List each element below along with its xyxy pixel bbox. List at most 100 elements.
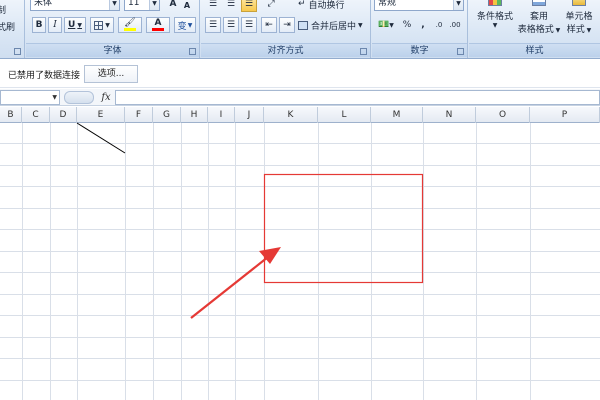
decrease-indent-button[interactable]: ⇤ bbox=[261, 17, 277, 33]
number-launcher-icon[interactable] bbox=[457, 48, 464, 55]
chevron-down-icon: ▼ bbox=[52, 94, 57, 101]
comma-button[interactable]: , bbox=[416, 17, 430, 33]
font-name-value: 宋体 bbox=[34, 0, 53, 8]
merge-center-button[interactable]: 合并后居中 ▼ bbox=[297, 17, 367, 33]
alignment-launcher-icon[interactable] bbox=[360, 48, 367, 55]
column-header-c[interactable]: C bbox=[22, 107, 50, 123]
row-gridline bbox=[0, 272, 600, 273]
phonetic-button[interactable]: 变 ▼ bbox=[174, 17, 196, 33]
middle-align-button[interactable]: ☰ bbox=[223, 0, 239, 12]
cell-styles-label-1: 单元格 bbox=[565, 12, 593, 22]
font-name-select[interactable]: 宋体 ▼ bbox=[30, 0, 120, 11]
currency-button[interactable]: 💵 ▼ bbox=[374, 17, 398, 33]
column-header-j[interactable]: J bbox=[235, 107, 264, 123]
bottom-align-button[interactable]: ☰ bbox=[241, 0, 257, 12]
column-header-b[interactable]: B bbox=[0, 107, 22, 123]
options-button[interactable]: 选项... bbox=[84, 65, 138, 83]
increase-decimal-button[interactable]: .0 bbox=[432, 17, 446, 33]
column-header-g[interactable]: G bbox=[153, 107, 181, 123]
shrink-font-button[interactable]: A bbox=[180, 0, 194, 13]
align-center-button[interactable]: ☰ bbox=[223, 17, 239, 33]
security-info-bar: 已禁用了数据连接 选项... bbox=[0, 60, 600, 88]
row-gridline bbox=[0, 186, 600, 187]
column-header-o[interactable]: O bbox=[476, 107, 530, 123]
row-gridline bbox=[0, 380, 600, 381]
conditional-format-icon bbox=[488, 0, 502, 6]
copy-button[interactable]: 复制 bbox=[0, 3, 6, 16]
format-as-table-button[interactable]: 套用 表格格式 ▼ bbox=[517, 0, 561, 36]
table-format-label-2: 表格格式 ▼ bbox=[517, 25, 561, 35]
column-header-i[interactable]: I bbox=[208, 107, 235, 123]
underline-button[interactable]: U ▼ bbox=[64, 17, 86, 33]
font-launcher-icon[interactable] bbox=[189, 48, 196, 55]
fill-color-swatch bbox=[124, 28, 136, 31]
top-align-button[interactable]: ☰ bbox=[205, 0, 221, 12]
chevron-down-icon: ▼ bbox=[453, 0, 463, 10]
column-header-d[interactable]: D bbox=[50, 107, 77, 123]
column-header-h[interactable]: H bbox=[181, 107, 208, 123]
percent-button[interactable]: % bbox=[400, 17, 414, 33]
format-painter-button[interactable]: 格式刷 bbox=[0, 20, 15, 33]
insert-function-icon[interactable]: fx bbox=[98, 90, 114, 105]
wrap-text-label: 自动换行 bbox=[308, 0, 345, 11]
column-header-e[interactable]: E bbox=[77, 107, 125, 123]
phonetic-label: 变 bbox=[177, 21, 187, 32]
cell-styles-icon bbox=[572, 0, 586, 6]
styles-group: 条件格式 ▼ 套用 表格格式 ▼ 单元格 样式 ▼ 样式 bbox=[469, 0, 600, 58]
formula-bar: ▼ fx bbox=[0, 89, 600, 106]
cell-styles-label-2: 样式 ▼ bbox=[566, 25, 592, 35]
formula-bar-splitter[interactable] bbox=[64, 91, 94, 104]
font-color-swatch bbox=[152, 28, 164, 31]
increase-indent-button[interactable]: ⇥ bbox=[279, 17, 295, 33]
row-gridline bbox=[0, 143, 600, 144]
row-gridline bbox=[0, 208, 600, 209]
formula-input[interactable] bbox=[115, 90, 600, 105]
conditional-format-label: 条件格式 bbox=[476, 12, 513, 22]
decrease-decimal-button[interactable]: .00 bbox=[448, 17, 462, 33]
row-gridline bbox=[0, 315, 600, 316]
border-icon bbox=[94, 20, 104, 30]
row-gridline bbox=[0, 337, 600, 338]
chevron-down-icon: ▼ bbox=[149, 0, 159, 10]
conditional-format-button[interactable]: 条件格式 ▼ bbox=[473, 0, 517, 36]
clipboard-group: 复制 格式刷 bbox=[0, 0, 25, 58]
ribbon: 复制 格式刷 宋体 ▼ 11 ▼ A A B I U▼ ▼ bbox=[0, 0, 600, 59]
border-button[interactable]: ▼ bbox=[90, 17, 114, 33]
font-color-button[interactable]: A bbox=[146, 17, 170, 33]
bold-button[interactable]: B bbox=[32, 17, 46, 33]
styles-group-label: 样式 bbox=[469, 43, 600, 57]
column-header-p[interactable]: P bbox=[530, 107, 600, 123]
chevron-down-icon: ▼ bbox=[109, 0, 119, 10]
column-header-l[interactable]: L bbox=[318, 107, 371, 123]
wrap-text-button[interactable]: ↵ 自动换行 bbox=[297, 0, 363, 12]
row-gridline bbox=[0, 165, 600, 166]
merge-icon bbox=[298, 20, 308, 30]
column-header-k[interactable]: K bbox=[264, 107, 318, 123]
column-header-f[interactable]: F bbox=[125, 107, 153, 123]
name-box[interactable]: ▼ bbox=[0, 90, 60, 105]
align-right-button[interactable]: ☰ bbox=[241, 17, 257, 33]
number-format-select[interactable]: 常规 ▼ bbox=[374, 0, 464, 11]
row-gridline bbox=[0, 358, 600, 359]
cell-grid[interactable] bbox=[0, 123, 600, 400]
cell-styles-button[interactable]: 单元格 样式 ▼ bbox=[559, 0, 599, 36]
underline-label: U bbox=[68, 20, 76, 30]
column-header-n[interactable]: N bbox=[423, 107, 476, 123]
orientation-button[interactable]: ⤢ bbox=[261, 0, 281, 12]
row-gridline bbox=[0, 251, 600, 252]
column-header-m[interactable]: M bbox=[371, 107, 423, 123]
grow-font-button[interactable]: A bbox=[166, 0, 180, 12]
row-gridline bbox=[0, 229, 600, 230]
currency-icon: 💵 bbox=[378, 20, 390, 30]
number-group: 常规 ▼ 💵 ▼ % , .0 .00 数字 bbox=[372, 0, 468, 58]
number-group-label: 数字 bbox=[372, 43, 467, 57]
font-group: 宋体 ▼ 11 ▼ A A B I U ▼ ▼ 🖌 A 变 ▼ 字体 bbox=[26, 0, 200, 58]
fill-color-button[interactable]: 🖌 bbox=[118, 17, 142, 33]
clipboard-launcher-icon[interactable] bbox=[14, 48, 21, 55]
align-left-button[interactable]: ☰ bbox=[205, 17, 221, 33]
font-group-label: 字体 bbox=[26, 43, 199, 57]
table-format-icon bbox=[532, 0, 546, 6]
wrap-text-icon: ↵ bbox=[298, 0, 306, 9]
font-size-select[interactable]: 11 ▼ bbox=[124, 0, 160, 11]
italic-button[interactable]: I bbox=[48, 17, 62, 33]
